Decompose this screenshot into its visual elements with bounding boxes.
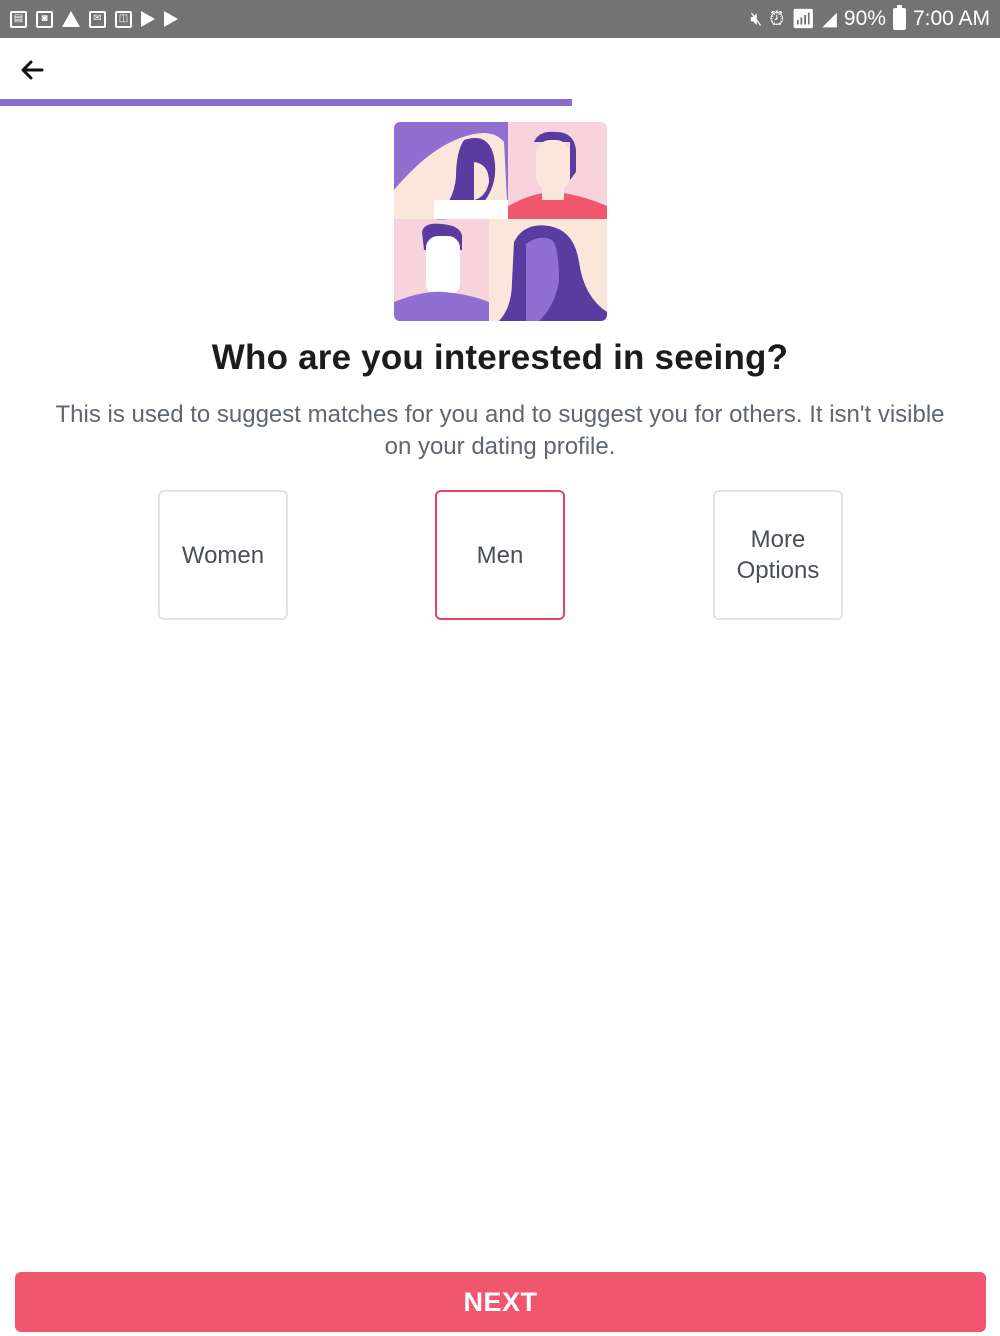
status-bar: ▤ ◙ ✉ ◫ 🔇︎ ⏰︎ 📶︎ ◢ 90% 7:00 AM <box>0 0 1000 38</box>
battery-icon <box>892 5 906 30</box>
back-arrow-icon <box>21 60 44 80</box>
page-title: Who are you interested in seeing? <box>211 338 789 377</box>
progress-fill <box>0 99 572 106</box>
alarm-icon: ⏰︎ <box>769 8 785 30</box>
status-notification-icons: ▤ ◙ ✉ ◫ <box>10 10 178 28</box>
mail-icon: ✉ <box>89 10 106 28</box>
page-subtitle: This is used to suggest matches for you … <box>55 401 945 460</box>
onboarding-progress-bar <box>0 99 1000 106</box>
notification-icon: ▤ <box>10 10 27 28</box>
signal-icon: ◢ <box>822 8 837 30</box>
option-women-button[interactable]: Women <box>158 490 288 620</box>
clock: 7:00 AM <box>912 7 990 30</box>
warning-icon <box>62 11 80 27</box>
people-collage-illustration <box>394 122 607 321</box>
next-button[interactable]: NEXT <box>15 1272 986 1332</box>
play-store-icon <box>164 11 178 27</box>
next-button-label: NEXT <box>463 1286 538 1317</box>
photo-icon: ◫ <box>115 10 132 28</box>
option-label: Men <box>476 541 524 569</box>
back-button[interactable] <box>14 52 50 88</box>
mute-icon: 🔇︎ <box>750 8 763 30</box>
battery-percent: 90% <box>843 7 886 30</box>
option-label: Women <box>181 541 265 569</box>
android-icon: ◙ <box>36 10 53 28</box>
wifi-icon: 📶︎ <box>791 8 816 30</box>
option-label: More Options <box>736 526 820 584</box>
interest-selection-screen: ▤ ◙ ✉ ◫ 🔇︎ ⏰︎ 📶︎ ◢ 90% 7:00 AM Who are y… <box>0 0 1000 1336</box>
option-more-options-button[interactable]: More Options <box>713 490 843 620</box>
status-system-icons: 🔇︎ ⏰︎ 📶︎ ◢ 90% 7:00 AM <box>750 5 990 31</box>
option-men-button[interactable]: Men <box>435 490 565 620</box>
play-store-icon <box>141 11 155 27</box>
